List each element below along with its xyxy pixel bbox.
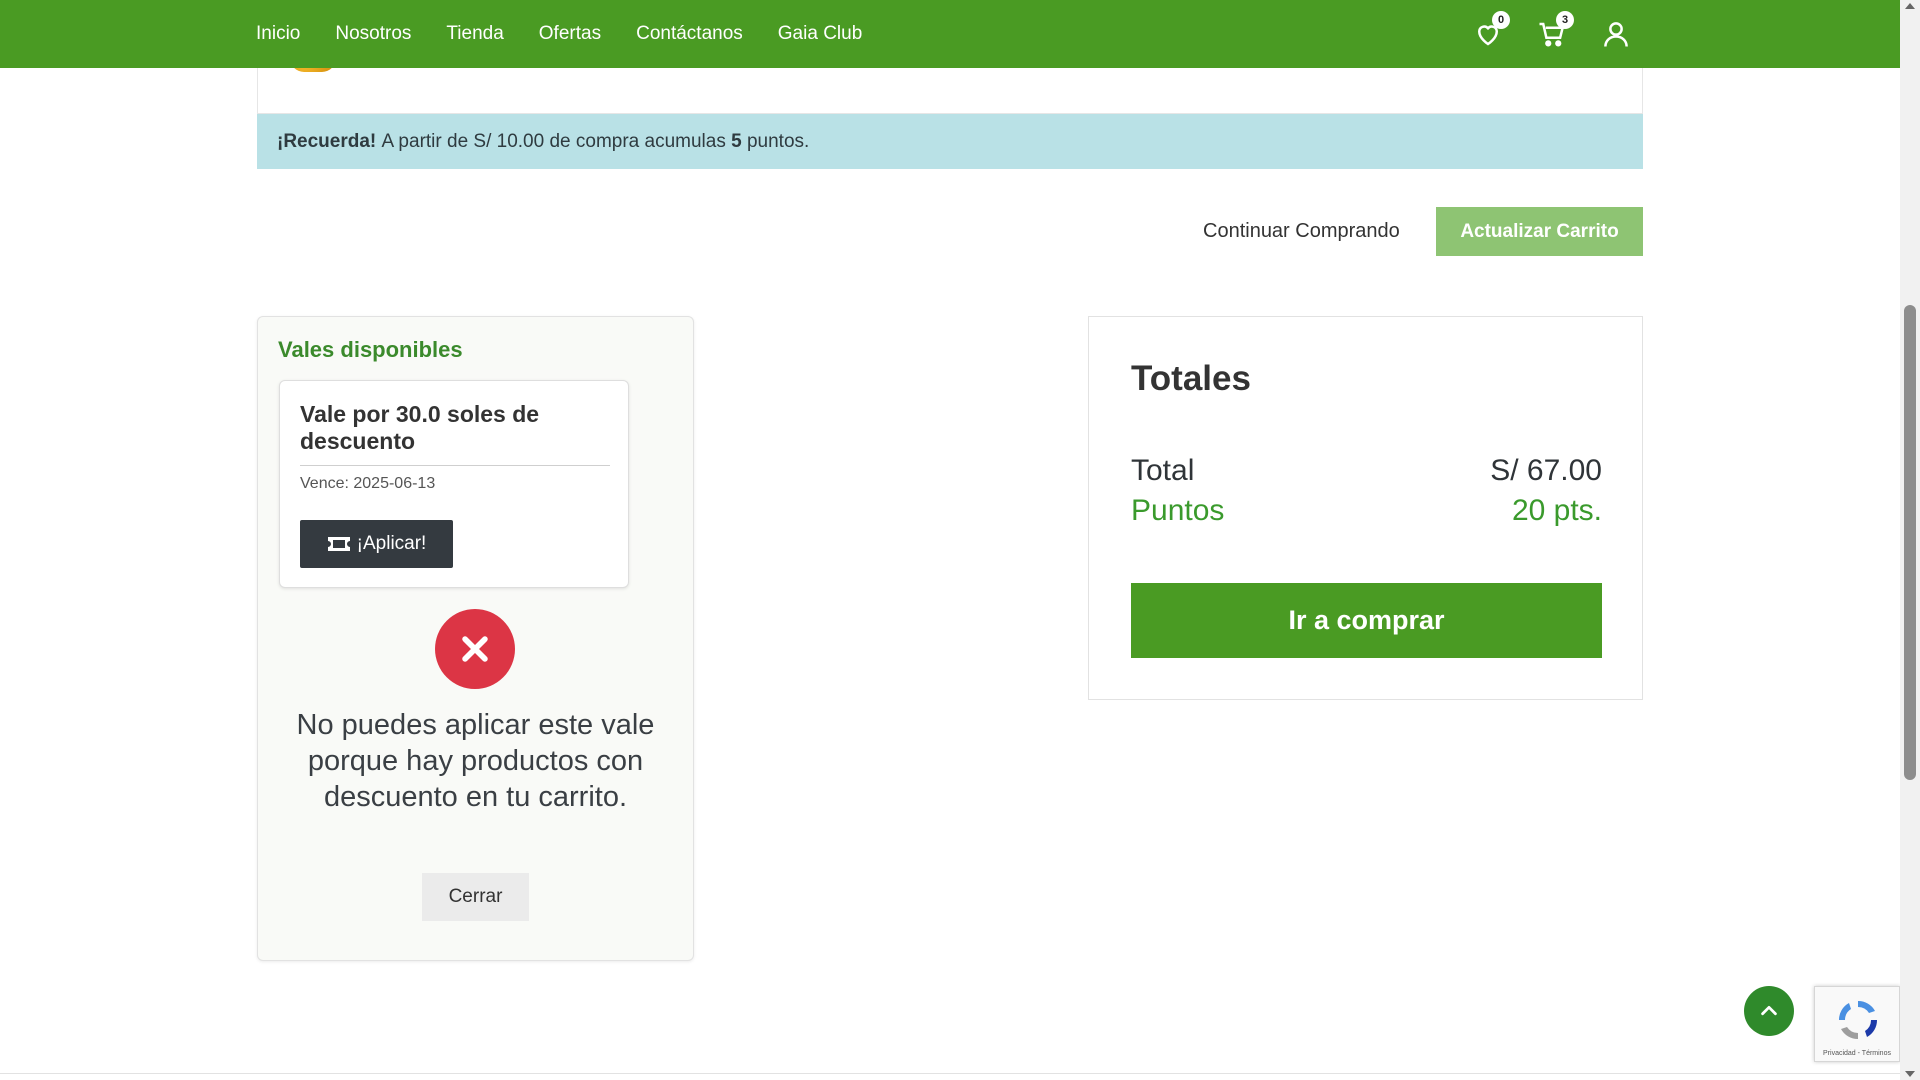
update-cart-button[interactable]: Actualizar Carrito [1436,207,1643,256]
voucher-card: Vale por 30.0 soles de descuento Vence: … [279,380,629,588]
nav-link-ofertas[interactable]: Ofertas [539,23,601,45]
user-icon [1604,22,1628,47]
account-button[interactable] [1596,14,1636,54]
ticket-icon [327,537,350,551]
nav-link-nosotros[interactable]: Nosotros [335,23,411,45]
apply-voucher-button[interactable]: ¡Aplicar! [300,520,453,568]
nav-link-tienda[interactable]: Tienda [446,23,503,45]
close-icon [462,636,488,662]
total-label: Total [1131,454,1195,487]
nav-icons: 0 3 [1468,11,1636,54]
notice-lead: ¡Recuerda! [277,130,377,152]
cart-count-badge: 3 [1556,11,1574,29]
totals-panel: Totales Total S/ 67.00 Puntos 20 pts. Ir… [1088,316,1643,700]
voucher-error-message: No puedes aplicar este vale porque hay p… [296,709,655,813]
nav-links: Inicio Nosotros Tienda Ofertas Contáctan… [256,0,897,68]
wishlist-button[interactable]: 0 [1468,11,1510,54]
points-value: 20 pts. [1511,494,1602,527]
notice-text-part2: puntos. [746,130,810,152]
top-navbar: Inicio Nosotros Tienda Ofertas Contáctan… [0,0,1900,68]
voucher-expiry: Vence: 2025-06-13 [300,475,436,492]
scroll-thumb[interactable] [1904,305,1916,780]
recaptcha-icon [1838,1000,1878,1040]
page-scrollbar[interactable] [1900,0,1920,1080]
voucher-divider [300,465,610,466]
wishlist-count-badge: 0 [1492,11,1510,29]
notice-points: 5 [731,130,742,152]
notice-text-part1: A partir de S/ 10.00 de compra acumulas [381,130,726,152]
voucher-name: Vale por 30.0 soles de descuento [300,401,540,454]
footer-divider [0,1073,1900,1074]
cart-button[interactable]: 3 [1532,11,1574,54]
continue-shopping-link[interactable]: Continuar Comprando [1203,220,1400,243]
recaptcha-badge[interactable]: Privacidad - Términos [1814,986,1900,1062]
totals-title: Totales [1131,359,1251,398]
points-label: Puntos [1131,494,1225,527]
vouchers-panel: Vales disponibles Vale por 30.0 soles de… [257,316,694,961]
total-row: Total S/ 67.00 [1131,454,1602,488]
scroll-up-arrow[interactable] [1905,3,1915,9]
close-button[interactable]: Cerrar [422,873,529,921]
scroll-down-arrow[interactable] [1905,1071,1915,1077]
recaptcha-footer-text[interactable]: Privacidad - Términos [1815,1050,1899,1057]
nav-link-gaia-club[interactable]: Gaia Club [778,23,863,45]
checkout-button[interactable]: Ir a comprar [1131,583,1602,658]
chevron-up-icon [1761,1005,1777,1016]
points-notice: ¡Recuerda! A partir de S/ 10.00 de compr… [257,114,1643,169]
vouchers-title: Vales disponibles [278,337,463,362]
total-value: S/ 67.00 [1490,454,1602,487]
error-indicator [435,609,515,689]
nav-link-contactanos[interactable]: Contáctanos [636,23,743,45]
apply-voucher-label: ¡Aplicar! [356,533,427,554]
nav-link-inicio[interactable]: Inicio [256,23,300,45]
points-row: Puntos 20 pts. [1131,494,1602,528]
scroll-to-top-button[interactable] [1744,986,1794,1036]
